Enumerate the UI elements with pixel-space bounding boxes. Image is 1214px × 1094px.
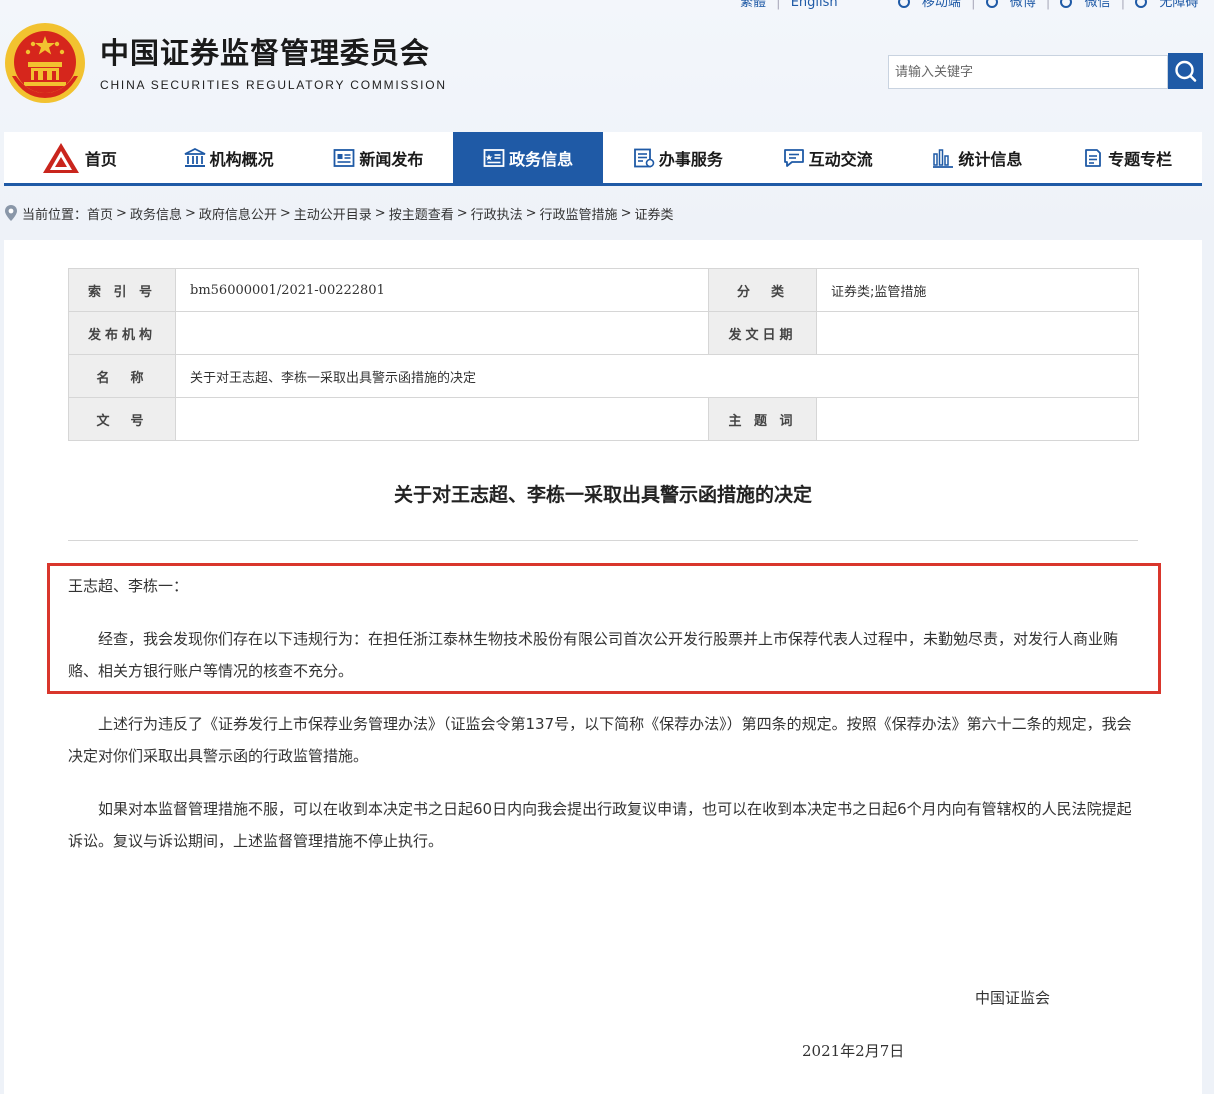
mobile-icon (897, 0, 912, 10)
nav-item-news[interactable]: 新闻发布 (304, 132, 454, 183)
docno-label: 文 号 (68, 397, 176, 441)
national-emblem-icon[interactable] (4, 22, 86, 104)
breadcrumb-item-by-topic[interactable]: 按主题查看 (389, 204, 454, 223)
salutation: 王志超、李栋一： (68, 577, 189, 595)
weibo-icon (985, 0, 1000, 10)
breadcrumb-item-home[interactable]: 首页 (87, 204, 113, 223)
document-title: 关于对王志超、李栋一采取出具警示函措施的决定 (393, 484, 812, 506)
nav-label: 机构概况 (209, 149, 274, 169)
main-nav: 首页 机构概况 新闻发布 政务信息 办事服务 互动交流 统计信息 专题专栏 (4, 132, 1202, 186)
divider: | (971, 0, 976, 10)
paragraph-violation: 上述行为违反了《证券发行上市保荐业务管理办法》（证监会令第137号，以下简称《保… (68, 715, 1132, 765)
document-metadata-table: 索 引 号 bm56000001/2021-00222801 分 类 证券类;监… (68, 268, 1139, 441)
nav-label: 首页 (84, 149, 117, 169)
chat-icon (783, 148, 804, 167)
publisher-value (175, 311, 709, 355)
title-divider (68, 540, 1138, 541)
link-mobile[interactable]: 移动端 (922, 0, 961, 10)
breadcrumb-item-measures[interactable]: 行政监管措施 (540, 204, 618, 223)
nav-label: 统计信息 (958, 149, 1023, 169)
name-label: 名 称 (68, 354, 176, 398)
site-title: 中国证券监督管理委员会 (100, 36, 431, 70)
bar-chart-icon (933, 148, 954, 168)
index-label: 索 引 号 (68, 268, 176, 312)
link-english[interactable]: English (791, 0, 838, 10)
keyword-label: 主 题 词 (708, 397, 817, 441)
breadcrumb-separator: > (525, 205, 537, 221)
nav-label: 互动交流 (808, 149, 873, 169)
nav-item-organization[interactable]: 机构概况 (154, 132, 304, 183)
divider: | (1045, 0, 1051, 10)
breadcrumb-item-catalog[interactable]: 主动公开目录 (294, 204, 372, 223)
search-icon (1175, 60, 1197, 82)
signer: 中国证监会 (975, 989, 1051, 1007)
category-value: 证券类;监管措施 (816, 268, 1139, 312)
category-label: 分 类 (708, 268, 817, 312)
document-icon (1085, 148, 1102, 167)
nav-item-interaction[interactable]: 互动交流 (753, 132, 903, 183)
breadcrumb-separator: > (279, 205, 291, 221)
breadcrumb-item-securities[interactable]: 证券类 (634, 204, 673, 223)
breadcrumb-prefix: 当前位置： (22, 207, 88, 223)
table-row: 名 称 关于对王志超、李栋一采取出具警示函措施的决定 (68, 354, 1139, 398)
date-label: 发文日期 (708, 311, 817, 355)
breadcrumb-item-enforcement[interactable]: 行政执法 (471, 204, 523, 223)
breadcrumb: 当前位置： 首页 > 政务信息 > 政府信息公开 > 主动公开目录 > 按主题查… (4, 203, 673, 223)
top-links: 繁體 | English 移动端 | 微博 | 微信 | 无障碍 (740, 0, 1200, 10)
search-input[interactable] (888, 55, 1168, 89)
index-value: bm56000001/2021-00222801 (175, 268, 709, 312)
link-accessibility[interactable]: 无障碍 (1159, 0, 1198, 10)
building-icon (184, 147, 206, 167)
publisher-label: 发布机构 (68, 311, 176, 355)
link-weibo[interactable]: 微博 (1010, 0, 1036, 10)
wechat-icon (1060, 0, 1074, 10)
nav-item-home[interactable]: 首页 (4, 132, 154, 183)
news-icon (333, 148, 355, 167)
nav-label: 办事服务 (658, 149, 723, 169)
service-icon (633, 148, 655, 167)
link-wechat[interactable]: 微信 (1085, 0, 1111, 10)
breadcrumb-separator: > (620, 205, 632, 221)
nav-item-gov-info[interactable]: 政务信息 (453, 132, 603, 183)
site-header: 繁體 | English 移动端 | 微博 | 微信 | 无障碍 中国证券监督管… (0, 0, 1214, 132)
nav-item-statistics[interactable]: 统计信息 (903, 132, 1053, 183)
name-value: 关于对王志超、李栋一采取出具警示函措施的决定 (175, 354, 1139, 398)
nav-label: 政务信息 (509, 149, 574, 169)
logo-icon (42, 142, 79, 173)
docno-value (175, 397, 709, 441)
nav-item-topics[interactable]: 专题专栏 (1052, 132, 1202, 183)
date-value (816, 311, 1139, 355)
paragraph-appeal: 如果对本监督管理措施不服，可以在收到本决定书之日起60日内向我会提出行政复议申请… (68, 800, 1132, 850)
divider: | (776, 0, 781, 10)
keyword-value (816, 397, 1139, 441)
site-subtitle: CHINA SECURITIES REGULATORY COMMISSION (100, 78, 447, 92)
link-traditional[interactable]: 繁體 (740, 0, 766, 10)
document-date: 2021年2月7日 (802, 1042, 905, 1060)
breadcrumb-separator: > (374, 205, 386, 221)
nav-item-service[interactable]: 办事服务 (603, 132, 753, 183)
article-panel: 索 引 号 bm56000001/2021-00222801 分 类 证券类;监… (4, 240, 1202, 1094)
breadcrumb-separator: > (184, 205, 196, 221)
breadcrumb-separator: > (116, 205, 127, 221)
paragraph-findings: 经查，我会发现你们存在以下违规行为：在担任浙江泰林生物技术股份有限公司首次公开发… (68, 630, 1119, 680)
table-row: 文 号 主 题 词 (68, 397, 1139, 441)
search-button[interactable] (1168, 53, 1203, 89)
nav-label: 新闻发布 (359, 149, 424, 169)
breadcrumb-separator: > (456, 205, 468, 221)
accessibility-icon (1135, 0, 1149, 10)
table-row: 发布机构 发文日期 (68, 311, 1139, 355)
location-pin-icon (5, 205, 17, 221)
breadcrumb-item-gov-info[interactable]: 政务信息 (130, 204, 182, 223)
nav-label: 专题专栏 (1108, 149, 1173, 169)
breadcrumb-item-disclosure[interactable]: 政府信息公开 (199, 204, 277, 223)
table-row: 索 引 号 bm56000001/2021-00222801 分 类 证券类;监… (68, 268, 1139, 312)
divider: | (1120, 0, 1126, 10)
gov-info-icon (483, 148, 505, 167)
